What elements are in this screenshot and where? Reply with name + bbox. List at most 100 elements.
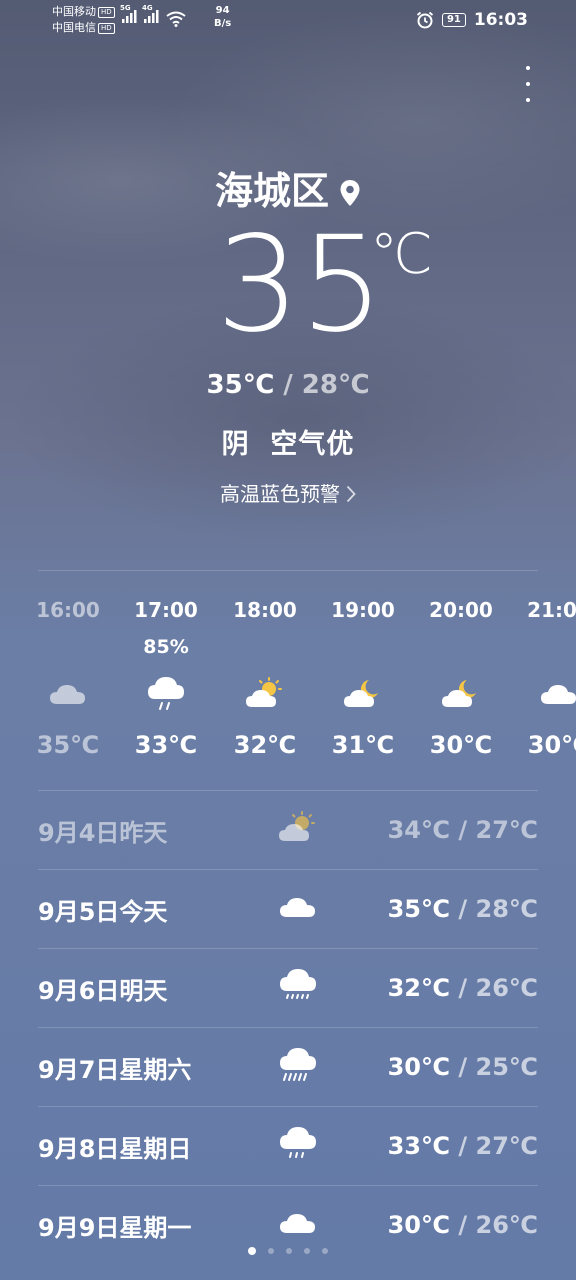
- clock: 16:03: [473, 10, 528, 30]
- separator: /: [450, 895, 476, 923]
- day-high: 35℃: [387, 895, 451, 923]
- day-temp-range: 32℃ / 26℃: [388, 974, 538, 1002]
- signal-icon: 5G: [120, 4, 138, 27]
- day-temp-range: 33℃ / 27℃: [388, 1132, 538, 1160]
- hour-temp: 32℃: [233, 731, 297, 759]
- hour-precip: [412, 630, 510, 664]
- weather-warning[interactable]: 高温蓝色预警: [0, 478, 576, 508]
- cloudy-icon: [510, 664, 576, 724]
- hour-item: 18:00 32℃: [216, 590, 314, 760]
- warning-text: 高温蓝色预警: [220, 482, 340, 506]
- today-high: 35℃: [206, 370, 275, 400]
- signal-icon: 4G: [142, 4, 160, 27]
- page-dot[interactable]: [286, 1248, 292, 1254]
- day-low: 26℃: [475, 974, 538, 1002]
- temperature-unit: ℃: [370, 222, 433, 287]
- hour-item: 16:00 35℃: [19, 590, 117, 760]
- today-low: 28℃: [301, 370, 370, 400]
- day-date: 9月4日昨天: [38, 818, 168, 847]
- separator: /: [274, 370, 302, 400]
- day-low: 27℃: [475, 1132, 538, 1160]
- speed-unit: B/s: [214, 18, 232, 29]
- status-right: 91 16:03: [416, 10, 528, 30]
- speed-value: 94: [215, 5, 230, 16]
- net-type-2: 4G: [142, 4, 153, 12]
- rain-cloud-icon: [117, 664, 215, 724]
- hour-time: 16:00: [36, 598, 100, 622]
- hour-time: 20:00: [429, 598, 493, 622]
- day-low: 26℃: [475, 1211, 538, 1239]
- partly-sunny-icon: [268, 803, 328, 853]
- partly-sunny-icon: [216, 664, 314, 724]
- hour-precip: [216, 630, 314, 664]
- carrier-info: 中国移动 HD 中国电信 HD: [52, 4, 115, 36]
- condition-air-quality[interactable]: 阴 空气优: [0, 422, 576, 461]
- daily-row[interactable]: 9月5日今天 35℃ / 28℃: [38, 869, 538, 948]
- wifi-icon: [166, 11, 186, 27]
- separator: /: [450, 1053, 476, 1081]
- hour-temp: 33℃: [134, 731, 198, 759]
- day-date: 9月5日今天: [38, 897, 168, 926]
- day-temp-range: 34℃ / 27℃: [388, 816, 538, 844]
- day-date: 9月6日明天: [38, 976, 168, 1005]
- day-date: 9月7日星期六: [38, 1055, 192, 1084]
- partly-cloudy-night-icon: [412, 664, 510, 724]
- day-date: 9月8日星期日: [38, 1134, 192, 1163]
- day-high: 30℃: [387, 1211, 451, 1239]
- day-date: 9月9日星期一: [38, 1213, 192, 1242]
- more-options-icon[interactable]: [524, 66, 532, 102]
- cloudy-icon: [268, 882, 328, 932]
- hd-badge: HD: [98, 6, 115, 18]
- page-dot[interactable]: [268, 1248, 274, 1254]
- cloudy-icon: [268, 1198, 328, 1248]
- daily-forecast: 9月4日昨天 34℃ / 27℃ 9月5日今天 35℃ / 28℃ 9月6日明天…: [38, 790, 538, 1264]
- battery-icon: 91: [441, 13, 466, 27]
- hourly-forecast[interactable]: 16:00 35℃ 17:00 85% 33℃ 18:00 32℃ 19:00 …: [0, 590, 576, 780]
- separator: /: [450, 974, 476, 1002]
- today-high-low: 35℃ / 28℃: [0, 370, 576, 400]
- divider: [38, 570, 538, 571]
- hour-precip: [314, 630, 412, 664]
- day-high: 33℃: [387, 1132, 451, 1160]
- hour-temp: 35℃: [36, 731, 100, 759]
- heavy-rain-icon: [268, 1040, 328, 1090]
- rain-cloud-icon: [268, 1119, 328, 1169]
- hour-time: 19:00: [331, 598, 395, 622]
- city-name: 海城区: [214, 169, 329, 213]
- signal-icons: 5G 4G: [120, 4, 186, 27]
- day-temp-range: 30℃ / 26℃: [388, 1211, 538, 1239]
- day-temp-range: 35℃ / 28℃: [388, 895, 538, 923]
- cloudy-icon: [19, 664, 117, 724]
- day-high: 32℃: [387, 974, 451, 1002]
- hour-item: 19:00 31℃: [314, 590, 412, 760]
- hour-temp: 30℃: [429, 731, 493, 759]
- hour-temp: 31℃: [331, 731, 395, 759]
- daily-row[interactable]: 9月8日星期日 33℃ / 27℃: [38, 1106, 538, 1185]
- daily-row[interactable]: 9月4日昨天 34℃ / 27℃: [38, 790, 538, 869]
- separator: /: [450, 816, 476, 844]
- day-high: 30℃: [387, 1053, 451, 1081]
- daily-row[interactable]: 9月6日明天 32℃ / 26℃: [38, 948, 538, 1027]
- hour-precip: [19, 630, 117, 664]
- carrier-1: 中国移动: [52, 5, 96, 18]
- page-dot-active[interactable]: [248, 1247, 256, 1255]
- hd-badge: HD: [98, 22, 115, 34]
- page-dot[interactable]: [304, 1248, 310, 1254]
- status-bar: 中国移动 HD 中国电信 HD 5G 4G 94 B/s 91 16:03: [0, 0, 576, 46]
- day-low: 25℃: [475, 1053, 538, 1081]
- hour-item: 21:00 30℃: [510, 590, 576, 760]
- page-indicator[interactable]: [0, 1247, 576, 1255]
- separator: /: [450, 1211, 476, 1239]
- separator: /: [450, 1132, 476, 1160]
- hour-time: 18:00: [233, 598, 297, 622]
- hour-item: 17:00 85% 33℃: [117, 590, 215, 760]
- day-temp-range: 30℃ / 25℃: [388, 1053, 538, 1081]
- page-dot[interactable]: [322, 1248, 328, 1254]
- current-temperature: 35: [216, 208, 384, 362]
- alarm-icon: [416, 11, 434, 29]
- chevron-right-icon: [346, 484, 356, 508]
- daily-row[interactable]: 9月7日星期六 30℃ / 25℃: [38, 1027, 538, 1106]
- hour-precip: 85%: [143, 636, 189, 658]
- partly-cloudy-night-icon: [314, 664, 412, 724]
- hour-precip: [510, 630, 576, 664]
